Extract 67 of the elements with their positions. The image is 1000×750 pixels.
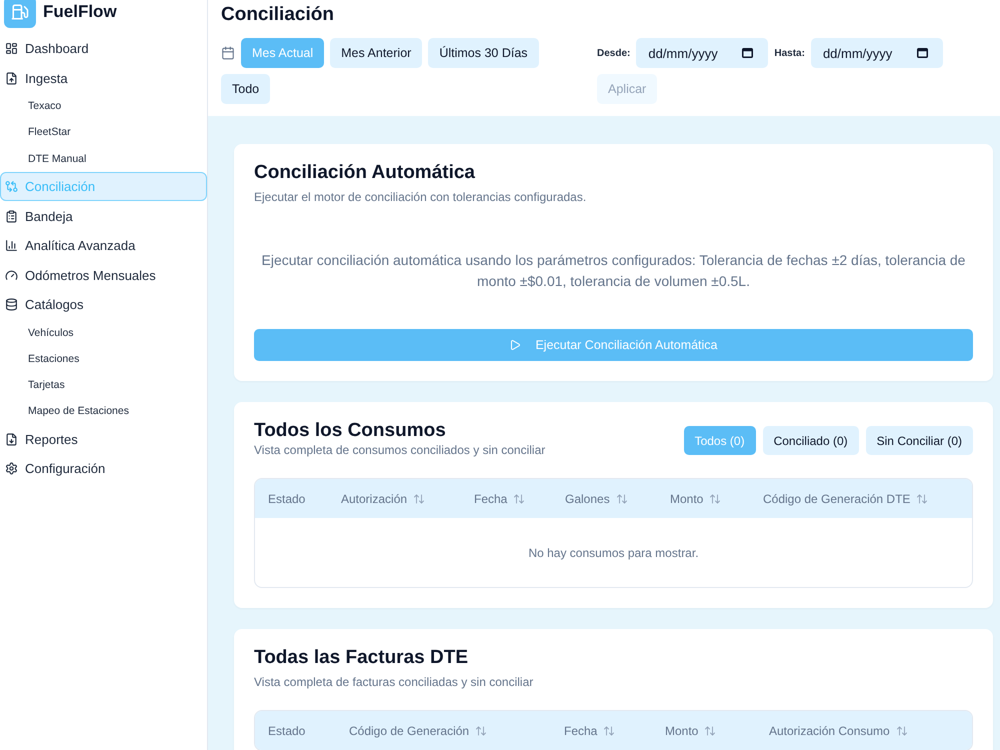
column-header[interactable]: Monto [665,724,716,738]
nav-subitem[interactable]: Estaciones [0,346,207,372]
card-subtitle: Ejecutar el motor de conciliación con tolerancias configuradas. [254,189,588,205]
date-preset-button[interactable]: Mes Anterior [330,38,422,68]
nav-item[interactable]: Dashboard [0,34,207,64]
sort-icon [603,724,616,736]
column-header: Estado [268,492,306,506]
section-title: Todas las Facturas DTE [254,646,469,670]
compare-arrows-icon [5,180,18,194]
column-header: Estado [268,724,306,738]
database-icon [5,298,18,312]
empty-message: No hay consumos para mostrar. [527,544,700,562]
sort-icon [916,492,928,504]
calendar-icon[interactable] [916,48,928,58]
sort-icon [413,492,426,504]
calendar-icon [221,46,235,60]
gauge-icon [5,268,18,282]
card-title: Conciliación Automática [254,161,476,185]
sort-icon [704,724,716,736]
date-input-field[interactable]: dd/mm/yyyy [636,38,768,68]
date-preset-button[interactable]: Todo [221,74,270,104]
layout-grid-icon [5,42,18,56]
nav-item[interactable]: Bandeja [0,201,207,231]
column-header[interactable]: Código de Generación DTE [763,492,928,506]
nav-subitem[interactable]: Mapeo de Estaciones [0,398,207,425]
status-filter-button[interactable]: Sin Conciliar (0) [866,426,973,455]
column-header[interactable]: Código de Generación [349,724,488,738]
nav-item[interactable]: Catálogos [0,290,207,320]
nav-item[interactable]: Configuración [0,454,207,484]
nav-item[interactable]: Reportes [0,424,207,454]
file-download-icon [5,432,18,446]
sort-icon [709,492,722,504]
column-header[interactable]: Monto [670,492,722,506]
to-label: Hasta: [774,48,805,58]
column-header[interactable]: Autorización [341,492,426,506]
clipboard-icon [5,210,18,223]
nav-subitem[interactable]: Tarjetas [0,372,207,398]
calendar-icon[interactable] [742,48,754,58]
nav-subitem[interactable]: Vehículos [0,319,207,346]
column-header[interactable]: Autorización Consumo [769,724,908,738]
bar-chart-icon [5,239,18,252]
from-label: Desde: [597,48,630,58]
date-input-field[interactable]: dd/mm/yyyy [810,38,943,68]
sort-icon [475,724,488,736]
settings-icon [5,462,18,476]
page-title: Conciliación [221,5,335,25]
sort-icon [616,492,628,504]
nav-item[interactable]: Analítica Avanzada [0,230,207,260]
sort-icon [513,492,526,504]
column-header[interactable]: Fecha [474,492,526,506]
section-title: Todos los Consumos [254,419,447,443]
section-subtitle: Vista completa de consumos conciliados y sin conciliar [254,443,546,457]
column-header[interactable]: Fecha [564,724,616,738]
status-filter-button[interactable]: Conciliado (0) [762,426,859,455]
app-logo-text: FuelFlow [43,2,117,22]
column-header[interactable]: Galones [565,492,628,506]
card-description: Ejecutar conciliación automática usando los parámetros configurados: Tolerancia de fechas ±2 días, tolerancia de monto ±$0.01, tolerancia de volumen ±0.5L. [260,251,966,291]
nav-subitem[interactable]: DTE Manual [0,146,207,172]
nav-item[interactable]: Ingesta [0,64,207,93]
section-subtitle: Vista completa de facturas conciliadas y sin conciliar [254,674,534,690]
nav-subitem[interactable]: Texaco [0,93,207,120]
file-upload-icon [5,72,18,85]
sort-icon [896,724,908,736]
date-preset-button[interactable]: Últimos 30 Días [428,38,539,68]
nav-item[interactable]: Odómetros Mensuales [0,260,207,290]
nav-subitem[interactable]: FleetStar [0,119,207,146]
play-icon [509,339,522,351]
